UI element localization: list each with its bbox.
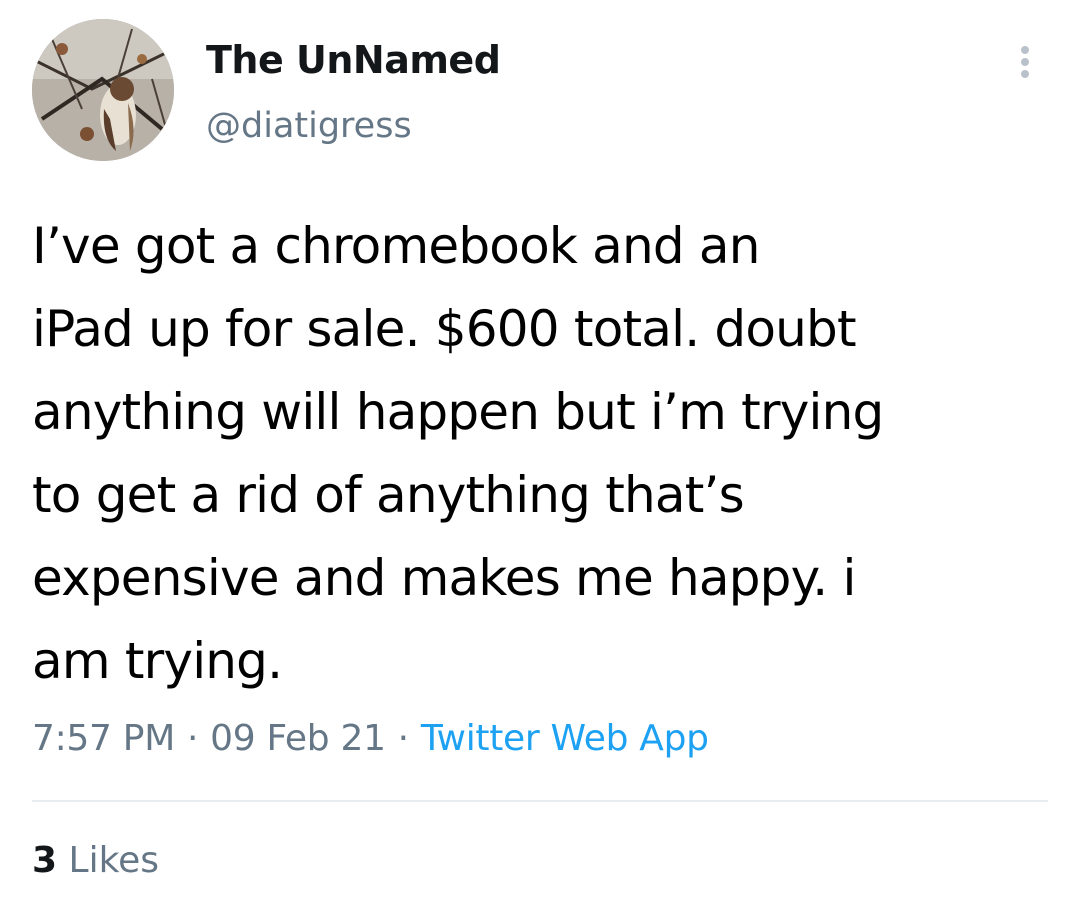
- likes-stat[interactable]: 3 Likes: [32, 840, 159, 881]
- user-handle[interactable]: @diatigress: [206, 106, 412, 146]
- likes-count: 3: [32, 840, 58, 881]
- display-name[interactable]: The UnNamed: [206, 38, 501, 82]
- tweet-date[interactable]: 09 Feb 21: [210, 718, 386, 759]
- tweet-text: I’ve got a chromebook and an iPad up for…: [32, 217, 884, 690]
- meta-separator: ·: [397, 718, 409, 759]
- hawk-photo-icon: [32, 19, 174, 161]
- tweet-source-link[interactable]: Twitter Web App: [421, 718, 709, 759]
- tweet-meta: 7:57 PM · 09 Feb 21 · Twitter Web App: [32, 718, 709, 759]
- divider: [32, 800, 1048, 802]
- avatar[interactable]: [32, 19, 174, 161]
- tweet-time[interactable]: 7:57 PM: [32, 718, 175, 759]
- more-dot: [1021, 58, 1029, 66]
- meta-separator: ·: [186, 718, 199, 759]
- more-dot: [1021, 70, 1029, 78]
- more-vertical-icon: [1021, 46, 1029, 54]
- likes-label: Likes: [68, 840, 160, 881]
- more-options-button[interactable]: [1010, 42, 1040, 82]
